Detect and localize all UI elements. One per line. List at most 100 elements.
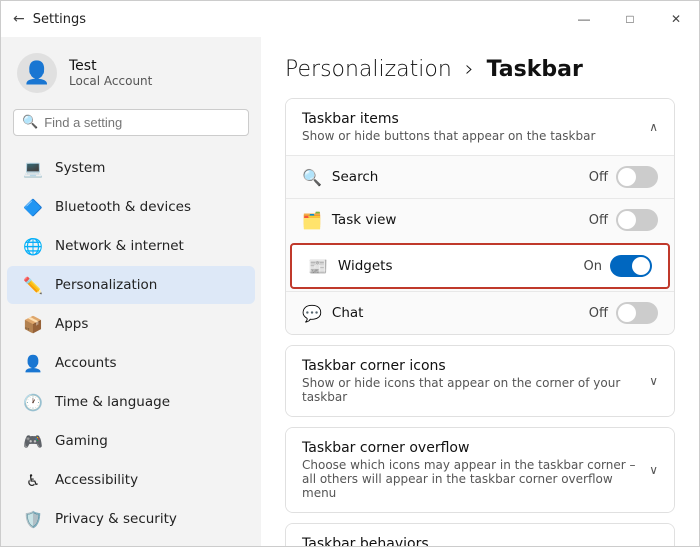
section-taskbar-corner-overflow: Taskbar corner overflow Choose which ico… xyxy=(285,427,675,513)
window-title: Settings xyxy=(33,12,86,27)
widgets-icon: 📰 xyxy=(308,257,328,276)
section-header-taskbar-corner-icons[interactable]: Taskbar corner icons Show or hide icons … xyxy=(286,346,674,416)
privacy-icon: 🛡️ xyxy=(23,509,43,529)
widgets-state: On xyxy=(584,259,602,274)
time-label: Time & language xyxy=(55,394,170,410)
personalization-icon: ✏️ xyxy=(23,275,43,295)
section-taskbar-corner-icons: Taskbar corner icons Show or hide icons … xyxy=(285,345,675,417)
accessibility-icon: ♿ xyxy=(23,470,43,490)
setting-row-search: 🔍 Search Off xyxy=(286,155,674,198)
network-label: Network & internet xyxy=(55,238,184,254)
section-sub-taskbar-items: Show or hide buttons that appear on the … xyxy=(302,129,595,143)
sidebar-item-gaming[interactable]: 🎮 Gaming xyxy=(7,422,255,460)
widgets-toggle[interactable] xyxy=(610,255,652,277)
section-header-taskbar-behaviors[interactable]: Taskbar behaviors Taskbar alignment, bad… xyxy=(286,524,674,546)
search-label: Search xyxy=(332,169,378,185)
sidebar: 👤 Test Local Account 🔍 💻 System 🔷 Blueto… xyxy=(1,37,261,546)
titlebar: ← Settings — □ ✕ xyxy=(1,1,699,37)
titlebar-left: ← Settings xyxy=(13,11,86,27)
chevron-taskbar-items: ∧ xyxy=(649,120,658,134)
user-profile[interactable]: 👤 Test Local Account xyxy=(1,37,261,105)
search-state: Off xyxy=(589,170,608,185)
setting-label-search: 🔍 Search xyxy=(302,168,378,187)
setting-control-search[interactable]: Off xyxy=(589,166,658,188)
sidebar-item-accounts[interactable]: 👤 Accounts xyxy=(7,344,255,382)
section-header-taskbar-corner-overflow[interactable]: Taskbar corner overflow Choose which ico… xyxy=(286,428,674,512)
bluetooth-label: Bluetooth & devices xyxy=(55,199,191,215)
chat-state: Off xyxy=(589,306,608,321)
sidebar-nav: 💻 System 🔷 Bluetooth & devices 🌐 Network… xyxy=(1,148,261,546)
setting-label-chat: 💬 Chat xyxy=(302,304,363,323)
task-view-label: Task view xyxy=(332,212,397,228)
chat-toggle[interactable] xyxy=(616,302,658,324)
setting-control-chat[interactable]: Off xyxy=(589,302,658,324)
setting-control-widgets[interactable]: On xyxy=(584,255,652,277)
task-view-toggle[interactable] xyxy=(616,209,658,231)
bluetooth-icon: 🔷 xyxy=(23,197,43,217)
setting-row-task-view: 🗂️ Task view Off xyxy=(286,198,674,241)
user-name: Test xyxy=(69,58,152,74)
sidebar-item-bluetooth[interactable]: 🔷 Bluetooth & devices xyxy=(7,188,255,226)
minimize-button[interactable]: — xyxy=(561,1,607,37)
search-icon: 🔍 xyxy=(22,115,38,130)
breadcrumb-parent: Personalization xyxy=(285,57,452,82)
right-panel: Personalization › Taskbar Taskbar items … xyxy=(261,37,699,546)
section-title-taskbar-behaviors: Taskbar behaviors xyxy=(302,536,649,546)
breadcrumb: Personalization › Taskbar xyxy=(285,57,675,82)
sidebar-item-personalization[interactable]: ✏️ Personalization xyxy=(7,266,255,304)
user-subtitle: Local Account xyxy=(69,74,152,88)
personalization-label: Personalization xyxy=(55,277,157,293)
task-view-state: Off xyxy=(589,213,608,228)
sidebar-item-system[interactable]: 💻 System xyxy=(7,149,255,187)
back-icon[interactable]: ← xyxy=(13,11,25,27)
sidebar-item-network[interactable]: 🌐 Network & internet xyxy=(7,227,255,265)
sidebar-item-accessibility[interactable]: ♿ Accessibility xyxy=(7,461,255,499)
task-view-icon: 🗂️ xyxy=(302,211,322,230)
chevron-taskbar-corner-overflow: ∨ xyxy=(649,463,658,477)
setting-label-task-view: 🗂️ Task view xyxy=(302,211,396,230)
section-title-taskbar-corner-overflow: Taskbar corner overflow xyxy=(302,440,649,456)
setting-row-chat: 💬 Chat Off xyxy=(286,291,674,334)
section-header-text-taskbar-items: Taskbar items Show or hide buttons that … xyxy=(302,111,595,143)
sidebar-item-time[interactable]: 🕐 Time & language xyxy=(7,383,255,421)
privacy-label: Privacy & security xyxy=(55,511,177,527)
titlebar-controls: — □ ✕ xyxy=(561,1,699,37)
search-toggle[interactable] xyxy=(616,166,658,188)
sidebar-item-privacy[interactable]: 🛡️ Privacy & security xyxy=(7,500,255,538)
main-content: 👤 Test Local Account 🔍 💻 System 🔷 Blueto… xyxy=(1,37,699,546)
close-button[interactable]: ✕ xyxy=(653,1,699,37)
section-body-taskbar-items: 🔍 Search Off 🗂️ Task view Off xyxy=(286,155,674,334)
search-icon: 🔍 xyxy=(302,168,322,187)
sidebar-item-update[interactable]: 🔄 Windows Update xyxy=(7,539,255,546)
section-sub-taskbar-corner-overflow: Choose which icons may appear in the tas… xyxy=(302,458,649,500)
system-label: System xyxy=(55,160,105,176)
network-icon: 🌐 xyxy=(23,236,43,256)
chevron-taskbar-corner-icons: ∨ xyxy=(649,374,658,388)
system-icon: 💻 xyxy=(23,158,43,178)
section-sub-taskbar-corner-icons: Show or hide icons that appear on the co… xyxy=(302,376,649,404)
section-taskbar-behaviors: Taskbar behaviors Taskbar alignment, bad… xyxy=(285,523,675,546)
chat-label: Chat xyxy=(332,305,364,321)
maximize-button[interactable]: □ xyxy=(607,1,653,37)
accounts-label: Accounts xyxy=(55,355,117,371)
accounts-icon: 👤 xyxy=(23,353,43,373)
setting-control-task-view[interactable]: Off xyxy=(589,209,658,231)
breadcrumb-separator: › xyxy=(465,57,474,82)
section-title-taskbar-items: Taskbar items xyxy=(302,111,595,127)
chat-icon: 💬 xyxy=(302,304,322,323)
avatar: 👤 xyxy=(17,53,57,93)
gaming-icon: 🎮 xyxy=(23,431,43,451)
apps-icon: 📦 xyxy=(23,314,43,334)
breadcrumb-current: Taskbar xyxy=(487,57,583,82)
settings-window: ← Settings — □ ✕ 👤 Test Local Account 🔍 xyxy=(0,0,700,547)
search-input[interactable] xyxy=(44,115,240,130)
setting-label-widgets: 📰 Widgets xyxy=(308,257,393,276)
section-header-text-taskbar-corner-icons: Taskbar corner icons Show or hide icons … xyxy=(302,358,649,404)
section-taskbar-items: Taskbar items Show or hide buttons that … xyxy=(285,98,675,335)
section-header-taskbar-items[interactable]: Taskbar items Show or hide buttons that … xyxy=(286,99,674,155)
time-icon: 🕐 xyxy=(23,392,43,412)
section-header-text-taskbar-corner-overflow: Taskbar corner overflow Choose which ico… xyxy=(302,440,649,500)
sidebar-item-apps[interactable]: 📦 Apps xyxy=(7,305,255,343)
user-info: Test Local Account xyxy=(69,58,152,88)
search-box[interactable]: 🔍 xyxy=(13,109,249,136)
